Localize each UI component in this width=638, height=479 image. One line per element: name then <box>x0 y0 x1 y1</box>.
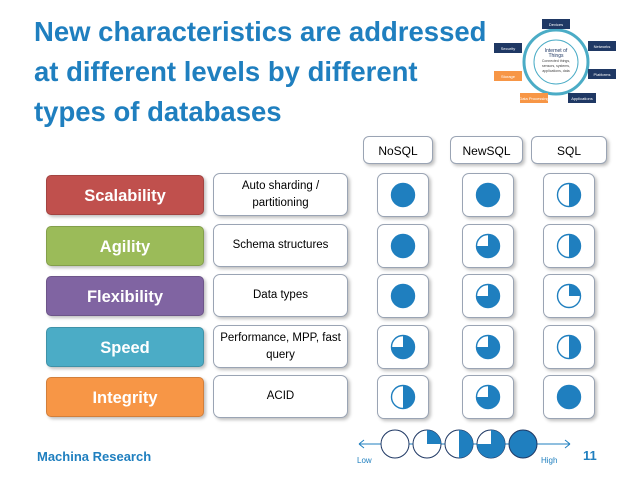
category-speed: Speed <box>46 327 204 367</box>
rating-pie-level-3 <box>475 283 501 309</box>
legend-high-label: High <box>541 456 557 465</box>
category-integrity: Integrity <box>46 377 204 417</box>
column-header-newsql: NewSQL <box>450 136 523 164</box>
rating-pie-level-4 <box>390 283 416 309</box>
rating-pie-level-3 <box>475 233 501 259</box>
rating-cell-flexibility-nosql <box>377 274 429 318</box>
rating-cell-scalability-sql <box>543 173 595 217</box>
legend-low-label: Low <box>357 456 372 465</box>
rating-pie-level-2 <box>390 384 416 410</box>
legend-circle-level-3 <box>476 429 506 459</box>
iot-node-data-processing: Data Processing <box>519 93 549 103</box>
slide-title: New characteristics are addressed at dif… <box>34 16 487 127</box>
rating-pie-level-2 <box>556 182 582 208</box>
rating-pie-level-2 <box>556 334 582 360</box>
rating-pie-level-3 <box>390 334 416 360</box>
category-flexibility: Flexibility <box>46 276 204 316</box>
legend-circle-level-0 <box>380 429 410 459</box>
rating-legend: Low High <box>357 429 571 465</box>
rating-cell-speed-nosql <box>377 325 429 369</box>
footer-brand: Machina Research <box>37 449 152 464</box>
page-number: 11 <box>583 448 597 463</box>
rating-pie-level-4 <box>556 384 582 410</box>
rating-pie-level-3 <box>475 334 501 360</box>
rating-cell-flexibility-sql <box>543 274 595 318</box>
legend-circle-level-2 <box>444 429 474 459</box>
rating-cell-scalability-nosql <box>377 173 429 217</box>
iot-center-text: Connected things, <box>542 59 570 63</box>
legend-circle-level-4 <box>508 429 538 459</box>
feature-performance: Performance, MPP, fast query <box>213 325 348 368</box>
rating-pie-level-2 <box>556 233 582 259</box>
svg-text:Security: Security <box>501 46 515 51</box>
feature-auto-sharding: Auto sharding / partitioning <box>213 173 348 216</box>
iot-node-security: Security <box>494 43 522 53</box>
rating-pie-level-4 <box>390 182 416 208</box>
svg-text:Applications: Applications <box>571 96 593 101</box>
iot-center-text: sensors, systems, <box>542 64 570 68</box>
svg-text:Storage: Storage <box>501 74 516 79</box>
rating-pie-level-4 <box>475 182 501 208</box>
svg-text:Networks: Networks <box>594 44 611 49</box>
feature-schema-structures: Schema structures <box>213 224 348 267</box>
iot-node-devices: Devices <box>542 19 570 29</box>
rating-pie-level-3 <box>475 384 501 410</box>
category-agility: Agility <box>46 226 204 266</box>
rating-cell-scalability-newsql <box>462 173 514 217</box>
rating-cell-agility-sql <box>543 224 595 268</box>
iot-node-applications: Applications <box>568 93 596 103</box>
rating-cell-integrity-nosql <box>377 375 429 419</box>
rating-cell-speed-sql <box>543 325 595 369</box>
rating-pie-level-4 <box>390 233 416 259</box>
column-header-nosql: NoSQL <box>363 136 433 164</box>
legend-circle-level-1 <box>412 429 442 459</box>
rating-cell-integrity-sql <box>543 375 595 419</box>
rating-cell-integrity-newsql <box>462 375 514 419</box>
rating-cell-flexibility-newsql <box>462 274 514 318</box>
iot-diagram: Internet ofThingsConnected things,sensor… <box>494 19 616 103</box>
rating-cell-agility-newsql <box>462 224 514 268</box>
svg-text:Platforms: Platforms <box>594 72 611 77</box>
category-scalability: Scalability <box>46 175 204 215</box>
rating-pie-level-1 <box>556 283 582 309</box>
column-header-sql: SQL <box>531 136 607 164</box>
rating-cell-speed-newsql <box>462 325 514 369</box>
svg-text:Data Processing: Data Processing <box>519 96 548 101</box>
svg-text:Devices: Devices <box>549 22 563 27</box>
feature-acid: ACID <box>213 375 348 418</box>
iot-node-platforms: Platforms <box>588 69 616 79</box>
iot-node-storage: Storage <box>494 71 522 81</box>
iot-node-networks: Networks <box>588 41 616 51</box>
rating-cell-agility-nosql <box>377 224 429 268</box>
iot-center-text: applications, data <box>542 69 569 73</box>
feature-data-types: Data types <box>213 274 348 317</box>
